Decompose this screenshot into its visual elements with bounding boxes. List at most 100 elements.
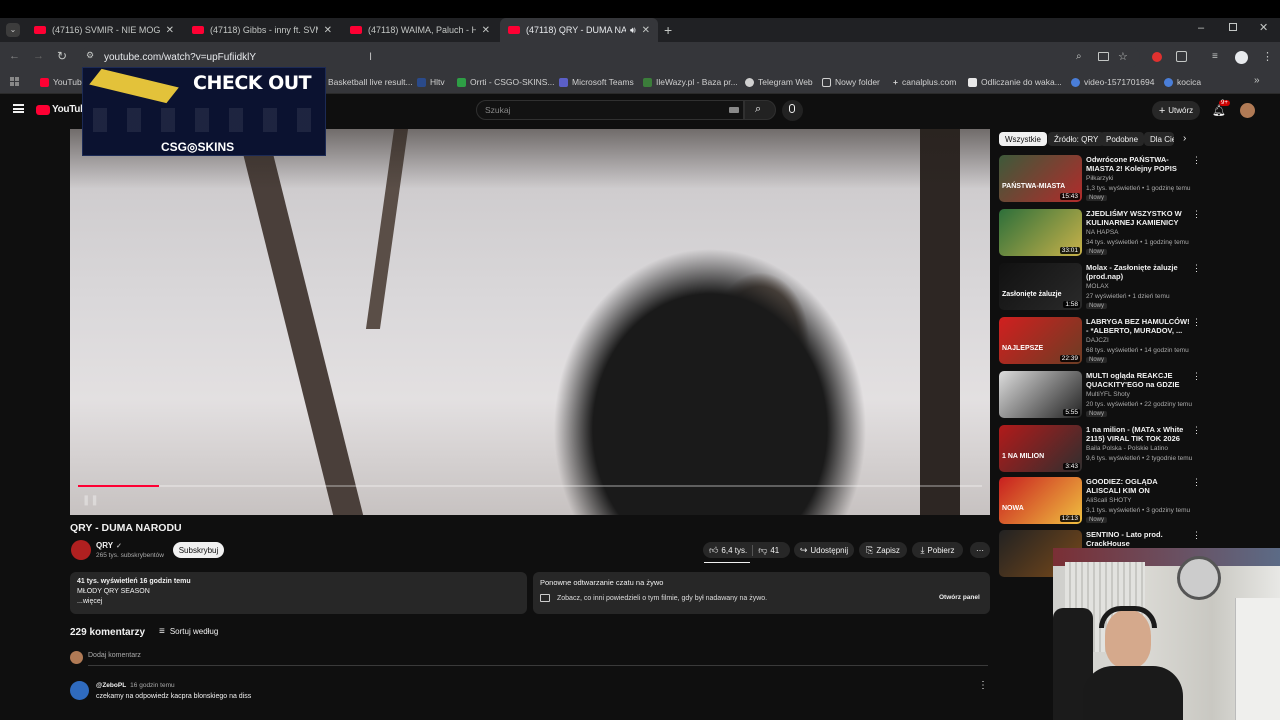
open-panel-button[interactable]: Otwórz panel xyxy=(939,594,980,601)
new-tab-plus-icon[interactable]: + xyxy=(664,22,672,38)
video-menu-icon[interactable]: ⋮ xyxy=(1192,425,1201,436)
related-channel[interactable]: NA HAPSA xyxy=(1086,229,1119,236)
bookmark-teams[interactable]: Microsoft Teams xyxy=(559,77,634,87)
video-thumbnail[interactable]: PAŃSTWA-MIASTA 15:43 xyxy=(999,155,1082,202)
comment-menu-icon[interactable]: ⋮ xyxy=(978,680,988,691)
video-player[interactable]: ❚❚ xyxy=(70,129,990,515)
video-menu-icon[interactable]: ⋮ xyxy=(1192,263,1201,274)
bookmark-hltv[interactable]: Hltv xyxy=(417,77,445,87)
bookmark-folder[interactable]: Nowy folder xyxy=(822,77,880,87)
download-button[interactable]: ⤓ Pobierz xyxy=(912,542,963,558)
bookmark-star-icon[interactable]: ☆ xyxy=(1118,50,1128,63)
minimize-icon[interactable]: – xyxy=(1198,22,1204,34)
related-video[interactable]: 1 NA MILION 3:43 1 na milion - (MATA x Whi… xyxy=(999,425,1201,477)
bookmark-csgoskins[interactable]: Orrti - CSGO-SKINS... xyxy=(457,77,555,87)
profile-avatar-icon[interactable] xyxy=(1235,51,1248,64)
install-app-icon[interactable] xyxy=(1098,52,1109,61)
voice-search-button[interactable] xyxy=(782,100,803,121)
chip-all[interactable]: Wszystkie xyxy=(999,132,1047,146)
video-menu-icon[interactable]: ⋮ xyxy=(1192,209,1201,220)
related-channel[interactable]: Baila Polska - Polskie Latino xyxy=(1086,445,1168,452)
video-menu-icon[interactable]: ⋮ xyxy=(1192,477,1201,488)
video-thumbnail[interactable]: 1 NA MILION 3:43 xyxy=(999,425,1082,472)
bookmark-telegram[interactable]: Telegram Web xyxy=(745,77,813,87)
video-thumbnail[interactable]: NAJLEPSZE 22:39 xyxy=(999,317,1082,364)
bookmarks-overflow-icon[interactable]: » xyxy=(1254,75,1260,86)
site-info-icon[interactable]: ⚙ xyxy=(86,50,98,62)
reload-icon[interactable]: ↻ xyxy=(57,49,67,63)
video-menu-icon[interactable]: ⋮ xyxy=(1192,371,1201,382)
keyboard-icon[interactable] xyxy=(729,107,739,113)
create-button[interactable]: + Utwórz xyxy=(1152,101,1200,120)
bookmark-youtube[interactable]: YouTube xyxy=(40,77,86,87)
share-button[interactable]: ↪ Udostępnij xyxy=(794,542,854,558)
related-video-title[interactable]: LABRYGA BEZ HAMULCÓW! - *ALBERTO, MURADO… xyxy=(1086,317,1190,335)
more-actions-button[interactable]: ⋯ xyxy=(970,542,990,558)
subscribe-button[interactable]: Subskrybuj xyxy=(173,542,224,558)
related-channel[interactable]: MOLAX xyxy=(1086,283,1109,290)
show-more-link[interactable]: ...więcej xyxy=(77,598,102,605)
window-close-icon[interactable]: ✕ xyxy=(1259,21,1268,34)
chip-source[interactable]: Źródło: QRY xyxy=(1048,132,1105,146)
extensions-puzzle-icon[interactable] xyxy=(1176,51,1187,62)
apps-grid-icon[interactable] xyxy=(10,77,19,86)
zoom-icon[interactable]: ⌕ xyxy=(1076,51,1082,62)
back-arrow-icon[interactable]: ← xyxy=(9,50,20,62)
like-count[interactable]: 6,4 tys. xyxy=(721,546,747,555)
youtube-logo-icon[interactable] xyxy=(36,105,50,115)
forward-arrow-icon[interactable]: → xyxy=(33,50,44,62)
add-comment-input[interactable]: Dodaj komentarz xyxy=(88,652,141,659)
thumbs-up-icon[interactable]: 👍︎ xyxy=(709,545,718,556)
search-input[interactable]: Szukaj xyxy=(476,100,744,120)
tab-2[interactable]: (47118) Gibbs - inny ft. SVMIR | ✕ xyxy=(184,18,340,42)
related-video-title[interactable]: ZJEDLIŚMY WSZYSTKO W KULINARNEJ KAMIENIC… xyxy=(1086,209,1190,227)
video-thumbnail[interactable]: 33:01 xyxy=(999,209,1082,256)
video-thumbnail[interactable]: NOWA 12:13 xyxy=(999,477,1082,524)
video-thumbnail[interactable]: Zasłonięte żaluzje 1:58 xyxy=(999,263,1082,310)
speaker-icon[interactable]: 🔊︎ xyxy=(630,25,636,36)
related-video[interactable]: Zasłonięte żaluzje 1:58 Molax - Zasłonięte… xyxy=(999,263,1201,315)
related-video-title[interactable]: Odwrócone PAŃSTWA-MIASTA 2! Kolejny POPI… xyxy=(1086,155,1190,173)
extension-red-icon[interactable] xyxy=(1152,52,1162,62)
tab-close-icon[interactable]: ✕ xyxy=(482,25,490,36)
related-video-title[interactable]: Molax - Zasłonięte żaluzje (prod.nap) xyxy=(1086,263,1190,281)
related-video[interactable]: NAJLEPSZE 22:39 LABRYGA BEZ HAMULCÓW! - *A… xyxy=(999,317,1201,369)
video-menu-icon[interactable]: ⋮ xyxy=(1192,155,1201,166)
media-control-icon[interactable]: ≡ xyxy=(1212,51,1218,62)
bookmark-basketball[interactable]: Basketball live result... xyxy=(328,77,413,87)
tab-4-active[interactable]: (47118) QRY - DUMA NARO 🔊︎ ✕ xyxy=(500,18,658,42)
maximize-icon[interactable] xyxy=(1229,23,1237,31)
video-menu-icon[interactable]: ⋮ xyxy=(1192,317,1201,328)
hamburger-menu-icon[interactable] xyxy=(13,104,24,113)
chips-next-icon[interactable]: › xyxy=(1183,133,1186,144)
related-video[interactable]: 33:01 ZJEDLIŚMY WSZYSTKO W KULINARNEJ KAM… xyxy=(999,209,1201,261)
url-text[interactable]: youtube.com/watch?v=upFufiidklY xyxy=(104,52,256,63)
related-video[interactable]: NOWA 12:13 GOODIEZ: OGLĄDA ALISCALI KIM ON… xyxy=(999,477,1201,529)
search-button[interactable]: ⌕ xyxy=(744,100,776,120)
related-video-title[interactable]: GOODIEZ: OGLĄDA ALISCALI KIM ON WŁAŚCIWI… xyxy=(1086,477,1190,495)
account-avatar[interactable] xyxy=(1240,103,1255,118)
related-video-title[interactable]: SENTINO - Lato prod. CrackHouse xyxy=(1086,530,1190,548)
related-channel[interactable]: Piłkarzyki xyxy=(1086,175,1113,182)
thumbs-down-icon[interactable]: 👎︎ xyxy=(758,545,767,556)
bookmark-video[interactable]: video-1571701694 xyxy=(1071,77,1154,87)
comment-author[interactable]: @ZeboPL xyxy=(96,682,126,689)
related-video[interactable]: PAŃSTWA-MIASTA 15:43 Odwrócone PAŃSTWA-MIA… xyxy=(999,155,1201,207)
bookmark-odliczanie[interactable]: Odliczanie do waka... xyxy=(968,77,1062,87)
description-box[interactable]: 41 tys. wyświetleń 16 godzin temu MŁODY … xyxy=(70,572,527,614)
channel-name[interactable]: QRY ✓ xyxy=(96,541,122,550)
related-video-title[interactable]: MULTI ogląda REAKCJE QUACKITY'EGO na GDZ… xyxy=(1086,371,1190,389)
bookmark-canalplus[interactable]: + canalplus.com xyxy=(893,77,956,87)
comment-time[interactable]: 16 godzin temu xyxy=(130,682,174,689)
channel-avatar[interactable] xyxy=(71,540,91,560)
dislike-count[interactable]: 41 xyxy=(770,546,779,555)
tab-1[interactable]: (47116) SVMIR - NIE MOGĘ ✕ xyxy=(26,18,182,42)
related-channel[interactable]: MultiYFL Shoty xyxy=(1086,391,1130,398)
related-channel[interactable]: DAJCZI xyxy=(1086,337,1109,344)
csgoskins-ad-banner[interactable]: CHECK OUT CSG◎SKINS xyxy=(82,67,326,156)
tab-close-icon[interactable]: ✕ xyxy=(324,25,332,36)
related-channel[interactable]: AliScali SHOTY xyxy=(1086,497,1132,504)
related-video[interactable]: 5:55 MULTI ogląda REAKCJE QUACKITY'EGO na… xyxy=(999,371,1201,423)
progress-track[interactable] xyxy=(78,485,982,487)
video-menu-icon[interactable]: ⋮ xyxy=(1192,530,1201,541)
